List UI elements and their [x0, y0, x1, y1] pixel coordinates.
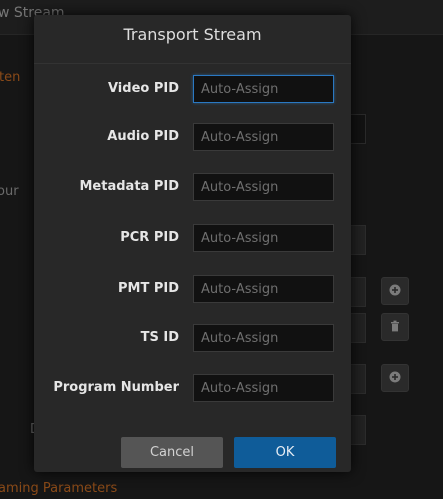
transport-stream-dialog: Transport Stream Video PID Audio PID Met… — [34, 15, 351, 472]
video-pid-label: Video PID — [107, 81, 179, 96]
video-pid-row: Video PID — [34, 75, 351, 103]
pcr-pid-row: PCR PID — [34, 224, 351, 252]
background-section-heading-2: our — [0, 184, 19, 199]
audio-pid-input[interactable] — [193, 123, 334, 151]
ts-id-row: TS ID — [34, 324, 351, 352]
delete-source-button[interactable] — [381, 313, 409, 341]
plus-circle-icon — [389, 284, 401, 299]
audio-pid-row: Audio PID — [34, 123, 351, 151]
background-field-stub — [351, 313, 366, 343]
pcr-pid-label: PCR PID — [120, 230, 179, 245]
background-field-stub — [351, 277, 366, 307]
cancel-button[interactable]: Cancel — [121, 437, 223, 468]
audio-pid-label: Audio PID — [107, 129, 179, 144]
ts-id-input[interactable] — [193, 324, 334, 352]
add-source-button[interactable] — [381, 277, 409, 305]
plus-circle-icon — [389, 371, 401, 386]
background-field-stub — [351, 364, 366, 394]
program-number-input[interactable] — [193, 374, 334, 402]
pmt-pid-input[interactable] — [193, 275, 334, 303]
metadata-pid-row: Metadata PID — [34, 173, 351, 201]
dialog-divider — [34, 63, 351, 64]
metadata-pid-input[interactable] — [193, 173, 334, 201]
program-number-label: Program Number — [53, 380, 179, 395]
pmt-pid-label: PMT PID — [117, 281, 179, 296]
ts-id-label: TS ID — [140, 330, 179, 345]
ok-button[interactable]: OK — [234, 437, 336, 468]
background-section-heading-3: aming Parameters — [0, 481, 118, 496]
trash-icon — [390, 320, 400, 335]
pcr-pid-input[interactable] — [193, 224, 334, 252]
metadata-pid-label: Metadata PID — [79, 179, 180, 194]
background-section-heading: ten — [0, 70, 21, 85]
add-output-button[interactable] — [381, 364, 409, 392]
background-field-stub — [351, 225, 366, 255]
background-field-stub — [351, 114, 366, 144]
video-pid-input[interactable] — [193, 75, 334, 103]
program-number-row: Program Number — [34, 374, 351, 402]
pmt-pid-row: PMT PID — [34, 275, 351, 303]
background-field-stub — [351, 415, 366, 445]
dialog-title: Transport Stream — [123, 25, 262, 44]
